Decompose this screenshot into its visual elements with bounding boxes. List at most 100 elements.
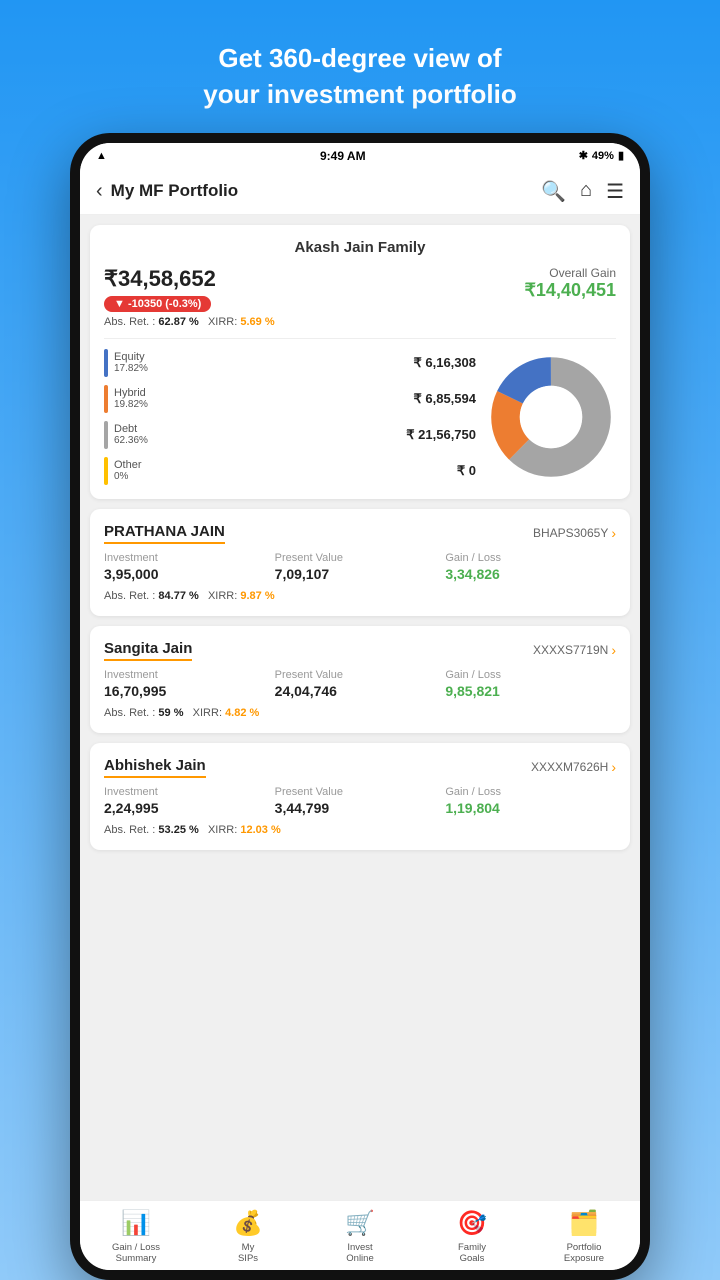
promo-text: Get 360-degree view of your investment p… (183, 0, 536, 133)
member-abs-abhishek: Abs. Ret. : 53.25 % XIRR: 12.03 % (104, 824, 616, 836)
other-dot (104, 457, 108, 485)
nav-exposure-label: PortfolioExposure (564, 1242, 604, 1264)
hybrid-amount: ₹ 6,85,594 (414, 391, 477, 407)
member-values-prathana: Investment 3,95,000 Present Value 7,09,1… (104, 552, 616, 582)
back-button[interactable]: ‹ (96, 180, 103, 203)
portfolio-right: Overall Gain ₹14,40,451 (524, 266, 616, 301)
bottom-nav: 📊 Gain / LossSummary 💰 MySIPs 🛒 InvestOn… (80, 1200, 640, 1270)
present-value-col: Present Value 3,44,799 (275, 786, 446, 816)
nav-gain-loss-label: Gain / LossSummary (112, 1242, 160, 1264)
legend-equity: Equity 17.82% ₹ 6,16,308 (104, 349, 476, 377)
bluetooth-icon: ✱ (579, 149, 588, 162)
header-icons: 🔍 ⌂ ☰ (541, 179, 624, 204)
present-value: 3,44,799 (275, 800, 446, 816)
equity-amount: ₹ 6,16,308 (414, 355, 477, 371)
nav-sips[interactable]: 💰 MySIPs (192, 1209, 304, 1264)
hybrid-info: Hybrid 19.82% (114, 387, 148, 410)
chevron-icon: › (611, 525, 616, 541)
nav-gain-loss[interactable]: 📊 Gain / LossSummary (80, 1209, 192, 1264)
nav-invest-online[interactable]: 🛒 InvestOnline (304, 1209, 416, 1264)
battery-icon: ▮ (618, 149, 624, 162)
other-amount: ₹ 0 (457, 463, 476, 479)
xirr-value: 5.69 % (240, 316, 274, 328)
portfolio-card: Akash Jain Family ₹34,58,652 ▼ -10350 (-… (90, 225, 630, 499)
overall-gain-value: ₹14,40,451 (524, 280, 616, 301)
donut-chart (486, 352, 616, 482)
investment-value: 3,95,000 (104, 566, 275, 582)
gain-loss-col: Gain / Loss 1,19,804 (445, 786, 616, 816)
page-title: My MF Portfolio (111, 181, 238, 201)
member-card-abhishek: Abhishek Jain XXXXM7626H › Investment 2,… (90, 743, 630, 850)
legend-other: Other 0% ₹ 0 (104, 457, 476, 485)
member-header-sangita: Sangita Jain XXXXS7719N › (104, 640, 616, 661)
legend-hybrid: Hybrid 19.82% ₹ 6,85,594 (104, 385, 476, 413)
member-header-abhishek: Abhishek Jain XXXXM7626H › (104, 757, 616, 778)
present-value-col: Present Value 7,09,107 (275, 552, 446, 582)
debt-amount: ₹ 21,56,750 (406, 427, 476, 443)
member-card-sangita: Sangita Jain XXXXS7719N › Investment 16,… (90, 626, 630, 733)
status-bar: ▲ 9:49 AM ✱ 49% ▮ (80, 143, 640, 169)
equity-info: Equity 17.82% (114, 351, 148, 374)
header-left: ‹ My MF Portfolio (96, 180, 238, 203)
member-id-prathana[interactable]: BHAPS3065Y › (533, 525, 616, 541)
other-info: Other 0% (114, 459, 142, 482)
member-id-sangita[interactable]: XXXXS7719N › (533, 642, 616, 658)
wifi-icon: ▲ (96, 150, 107, 162)
menu-icon[interactable]: ☰ (606, 179, 624, 204)
portfolio-summary: ₹34,58,652 ▼ -10350 (-0.3%) Abs. Ret. : … (104, 266, 616, 339)
investment-col: Investment 3,95,000 (104, 552, 275, 582)
chart-section: Equity 17.82% ₹ 6,16,308 Hybrid 19.82% (104, 349, 616, 485)
investment-value: 2,24,995 (104, 800, 275, 816)
abs-ret-value: 62.87 % (158, 316, 198, 328)
overall-gain-label: Overall Gain (524, 266, 616, 280)
member-values-sangita: Investment 16,70,995 Present Value 24,04… (104, 669, 616, 699)
app-header: ‹ My MF Portfolio 🔍 ⌂ ☰ (80, 169, 640, 215)
member-name-sangita: Sangita Jain (104, 640, 192, 661)
status-right: ✱ 49% ▮ (579, 149, 624, 162)
chevron-icon: › (611, 642, 616, 658)
total-value: ₹34,58,652 (104, 266, 275, 292)
gain-loss-col: Gain / Loss 9,85,821 (445, 669, 616, 699)
family-name: Akash Jain Family (104, 239, 616, 256)
member-abs-prathana: Abs. Ret. : 84.77 % XIRR: 9.87 % (104, 590, 616, 602)
debt-info: Debt 62.36% (114, 423, 148, 446)
member-card-prathana: PRATHANA JAIN BHAPS3065Y › Investment 3,… (90, 509, 630, 616)
nav-family-goals[interactable]: 🎯 FamilyGoals (416, 1209, 528, 1264)
investment-col: Investment 16,70,995 (104, 669, 275, 699)
member-name-abhishek: Abhishek Jain (104, 757, 206, 778)
nav-goals-label: FamilyGoals (458, 1242, 486, 1264)
legend: Equity 17.82% ₹ 6,16,308 Hybrid 19.82% (104, 349, 476, 485)
hybrid-dot (104, 385, 108, 413)
present-value: 24,04,746 (275, 683, 446, 699)
nav-invest-label: InvestOnline (346, 1242, 373, 1264)
equity-dot (104, 349, 108, 377)
home-icon[interactable]: ⌂ (580, 179, 592, 204)
portfolio-left: ₹34,58,652 ▼ -10350 (-0.3%) Abs. Ret. : … (104, 266, 275, 328)
present-value: 7,09,107 (275, 566, 446, 582)
nav-sips-label: MySIPs (238, 1242, 258, 1264)
battery-label: 49% (592, 150, 614, 162)
investment-value: 16,70,995 (104, 683, 275, 699)
member-name-prathana: PRATHANA JAIN (104, 523, 225, 544)
gain-loss-icon: 📊 (121, 1209, 151, 1238)
search-icon[interactable]: 🔍 (541, 179, 566, 204)
phone-wrapper: ▲ 9:49 AM ✱ 49% ▮ ‹ My MF Portfolio 🔍 ⌂ … (70, 133, 650, 1280)
gain-loss-value: 3,34,826 (445, 566, 616, 582)
invest-icon: 🛒 (345, 1209, 375, 1238)
present-value-col: Present Value 24,04,746 (275, 669, 446, 699)
member-id-abhishek[interactable]: XXXXM7626H › (531, 759, 616, 775)
gain-loss-col: Gain / Loss 3,34,826 (445, 552, 616, 582)
member-header-prathana: PRATHANA JAIN BHAPS3065Y › (104, 523, 616, 544)
member-values-abhishek: Investment 2,24,995 Present Value 3,44,7… (104, 786, 616, 816)
nav-portfolio-exposure[interactable]: 🗂️ PortfolioExposure (528, 1209, 640, 1264)
status-left: ▲ (96, 150, 107, 162)
member-abs-sangita: Abs. Ret. : 59 % XIRR: 4.82 % (104, 707, 616, 719)
goals-icon: 🎯 (457, 1209, 487, 1238)
exposure-icon: 🗂️ (569, 1209, 599, 1238)
gain-loss-value: 1,19,804 (445, 800, 616, 816)
main-content: Akash Jain Family ₹34,58,652 ▼ -10350 (-… (80, 215, 640, 1200)
debt-dot (104, 421, 108, 449)
abs-xirr-summary: Abs. Ret. : 62.87 % XIRR: 5.69 % (104, 316, 275, 328)
chevron-icon: › (611, 759, 616, 775)
legend-debt: Debt 62.36% ₹ 21,56,750 (104, 421, 476, 449)
